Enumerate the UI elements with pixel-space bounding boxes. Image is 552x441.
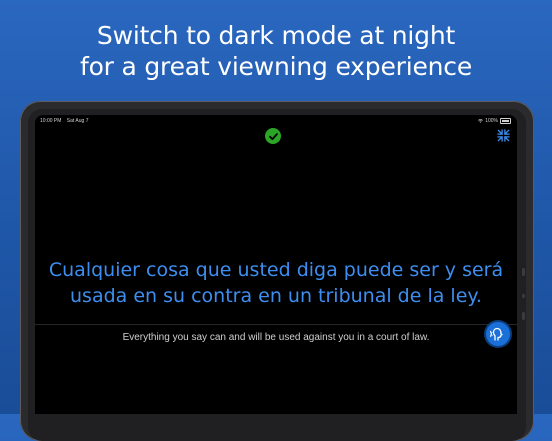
headline-line-2: for a great viewning experience (79, 52, 473, 81)
wifi-icon (478, 119, 484, 123)
listen-button[interactable] (486, 322, 510, 346)
ipad-side-button (522, 312, 525, 320)
marketing-headline: Switch to dark mode at night for a great… (0, 20, 552, 82)
checkmark-circle-icon[interactable] (265, 128, 281, 144)
battery-percent: 100% (485, 118, 498, 124)
speaking-head-icon (490, 327, 503, 341)
status-time: 10:00 PM (40, 118, 62, 124)
ipad-side-button (522, 294, 525, 298)
compress-arrows-icon[interactable] (497, 129, 510, 142)
status-bar-right: 100% (478, 118, 511, 124)
english-source-text: Everything you say can and will be used … (122, 332, 430, 343)
spanish-line-2: usada en su contra en un tribunal de la … (70, 285, 482, 307)
divider (35, 324, 517, 325)
spanish-line-1: Cualquier cosa que usted diga puede ser … (48, 259, 504, 281)
ipad-side-button (522, 268, 525, 276)
spanish-translation: Cualquier cosa que usted diga puede ser … (35, 257, 517, 309)
app-screen: 10:00 PM Sat Aug 7 100% Cualquier cosa q… (35, 115, 517, 414)
headline-line-1: Switch to dark mode at night (96, 21, 456, 50)
status-date: Sat Aug 7 (66, 118, 89, 124)
battery-icon (500, 118, 511, 124)
status-bar-left: 10:00 PM Sat Aug 7 (40, 118, 92, 124)
